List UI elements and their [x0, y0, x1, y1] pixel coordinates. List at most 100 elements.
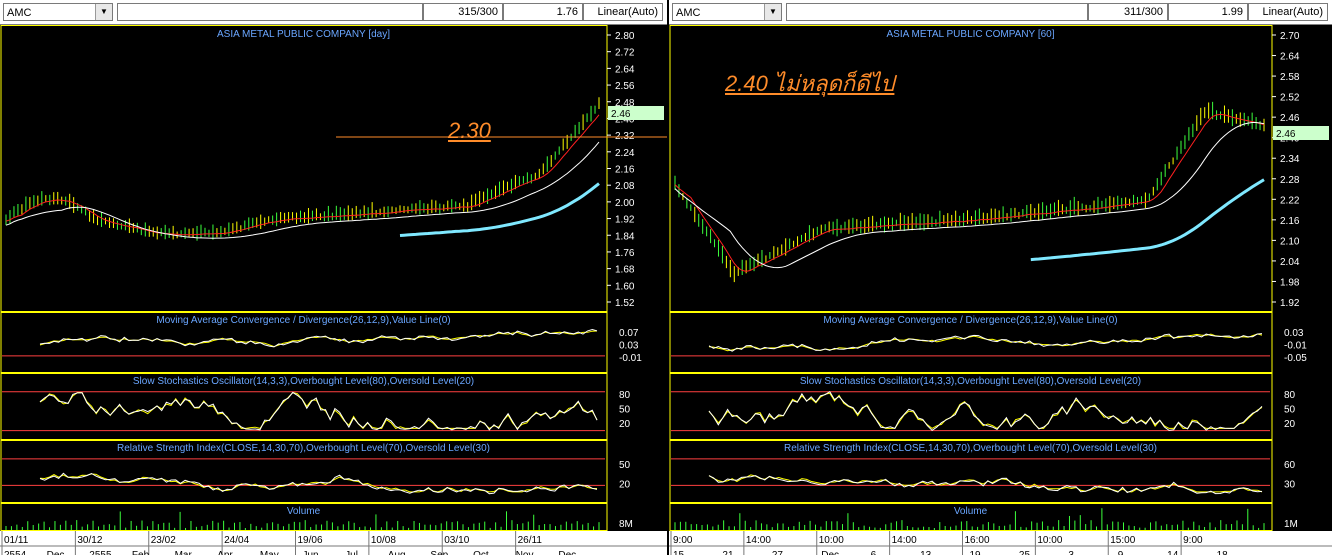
x-bottom-label: 18 [1217, 550, 1229, 555]
macd-tick-label: 0.03 [619, 341, 639, 352]
x-top-label: 16:00 [965, 535, 990, 546]
rsi-line-signal [708, 475, 1263, 495]
price-tick-label: 2.58 [1280, 72, 1300, 83]
x-bottom-label: 15 [673, 550, 685, 555]
rsi-line-signal [39, 472, 598, 495]
stochastic-tick-label: 50 [619, 405, 631, 416]
stochastic-tick-label: 50 [1284, 405, 1296, 416]
stochastic-tick-label: 80 [619, 390, 631, 401]
price-tick-label: 2.72 [615, 48, 635, 59]
x-top-label: 10/08 [371, 535, 396, 546]
x-bottom-label: 6 [871, 550, 877, 555]
left-chart-panel: AMC ▼ 315/300 1.76 Linear(Auto) 2.80 2.72… [0, 0, 667, 555]
macd-tick-label: -0.01 [1284, 341, 1307, 352]
chart-title: ASIA METAL PUBLIC COMPANY [day] [217, 29, 390, 40]
price-tick-label: 2.28 [1280, 175, 1300, 186]
left-symbol-select[interactable]: AMC ▼ [3, 3, 113, 21]
chevron-down-icon[interactable]: ▼ [95, 4, 112, 20]
x-top-label: 19/06 [298, 535, 323, 546]
price-tick-label: 2.24 [615, 148, 635, 159]
price-tick-label: 2.16 [615, 165, 635, 176]
volume-title: Volume [287, 506, 321, 517]
left-value-readout: 1.76 [503, 3, 583, 21]
x-top-label: 01/11 [4, 535, 29, 546]
stochastic-tick-label: 80 [1284, 390, 1296, 401]
x-bottom-label: Feb [132, 550, 150, 555]
right-chart-toolbar: AMC ▼ 311/300 1.99 Linear(Auto) [669, 0, 1332, 25]
right-price-chart[interactable]: 2.702.642.582.522.462.402.342.282.222.16… [669, 25, 1332, 555]
x-top-label: 24/04 [224, 535, 249, 546]
x-bottom-label: 2554 [4, 550, 27, 555]
stochastic-line-signal [708, 391, 1263, 432]
stochastic-title: Slow Stochastics Oscillator(14,3,3),Over… [133, 376, 474, 387]
ma-line-red [674, 113, 1265, 272]
x-top-label: 9:00 [673, 535, 693, 546]
x-top-label: 26/11 [518, 535, 543, 546]
left-scale-mode[interactable]: Linear(Auto) [583, 3, 663, 21]
price-tick-label: 2.64 [1280, 52, 1300, 63]
price-tick-label: 1.92 [1280, 298, 1300, 309]
price-tick-label: 2.64 [615, 64, 635, 75]
last-price-label: 2.46 [1276, 129, 1296, 140]
x-bottom-label: 9 [1118, 550, 1124, 555]
ma-line-cyan [1030, 178, 1265, 262]
x-bottom-label: Jun [303, 550, 319, 555]
stochastic-title: Slow Stochastics Oscillator(14,3,3),Over… [800, 376, 1141, 387]
price-tick-label: 2.22 [1280, 195, 1300, 206]
chevron-down-icon[interactable]: ▼ [764, 4, 781, 20]
x-top-label: 30/12 [77, 535, 102, 546]
price-tick-label: 2.10 [1280, 236, 1300, 247]
left-chart-toolbar: AMC ▼ 315/300 1.76 Linear(Auto) [0, 0, 667, 25]
x-bottom-label: May [260, 550, 279, 555]
x-bottom-label: Aug [388, 550, 406, 555]
price-tick-label: 1.76 [615, 248, 635, 259]
volume-tick-label: 1M [1284, 519, 1298, 530]
macd-title: Moving Average Convergence / Divergence(… [156, 315, 450, 326]
price-tick-label: 1.92 [615, 215, 635, 226]
x-top-label: 9:00 [1183, 535, 1203, 546]
macd-line-main [39, 330, 598, 348]
x-bottom-label: 25 [1019, 550, 1031, 555]
macd-tick-label: -0.01 [619, 353, 642, 364]
x-top-label: 03/10 [444, 535, 469, 546]
x-top-label: 14:00 [746, 535, 771, 546]
left-price-chart[interactable]: 2.802.722.642.562.482.402.322.242.162.08… [0, 25, 667, 555]
x-bottom-label: Oct [473, 550, 489, 555]
last-price-label: 2.46 [611, 109, 631, 120]
right-symbol-select[interactable]: AMC ▼ [672, 3, 782, 21]
x-bottom-label: 27 [772, 550, 784, 555]
x-bottom-label: Nov [516, 550, 534, 555]
x-bottom-label: Mar [175, 550, 193, 555]
x-bottom-label: Dec [47, 550, 65, 555]
price-tick-label: 1.98 [1280, 277, 1300, 288]
right-bar-count: 311/300 [1088, 3, 1168, 21]
price-tick-label: 2.08 [615, 181, 635, 192]
price-tick-label: 2.56 [615, 81, 635, 92]
x-bottom-label: 3 [1068, 550, 1074, 555]
price-tick-label: 2.00 [615, 198, 635, 209]
macd-line-signal [708, 333, 1263, 352]
right-scale-mode[interactable]: Linear(Auto) [1248, 3, 1328, 21]
right-symbol-value: AMC [676, 7, 701, 19]
rsi-title: Relative Strength Index(CLOSE,14,30,70),… [117, 443, 490, 454]
price-tick-label: 2.80 [615, 31, 635, 42]
macd-line-signal [39, 328, 598, 348]
price-tick-label: 1.84 [615, 231, 635, 242]
x-top-label: 10:00 [819, 535, 844, 546]
volume-tick-label: 8M [619, 519, 633, 530]
macd-tick-label: -0.05 [1284, 353, 1307, 364]
macd-title: Moving Average Convergence / Divergence(… [823, 315, 1117, 326]
pane-frame [0, 25, 608, 312]
price-tick-label: 2.34 [1280, 154, 1300, 165]
right-annotation-text: 2.40 ไม่หลุดก็ดีไป [725, 71, 895, 96]
x-bottom-label: 2555 [89, 550, 112, 555]
rsi-tick-label: 30 [1284, 479, 1296, 490]
right-info-blank [786, 3, 1088, 21]
left-info-blank [117, 3, 423, 21]
x-bottom-label: 19 [970, 550, 982, 555]
x-top-label: 14:00 [892, 535, 917, 546]
price-tick-label: 2.46 [1280, 113, 1300, 124]
ma-line-white [674, 122, 1265, 269]
right-value-readout: 1.99 [1168, 3, 1248, 21]
rsi-tick-label: 50 [619, 460, 631, 471]
